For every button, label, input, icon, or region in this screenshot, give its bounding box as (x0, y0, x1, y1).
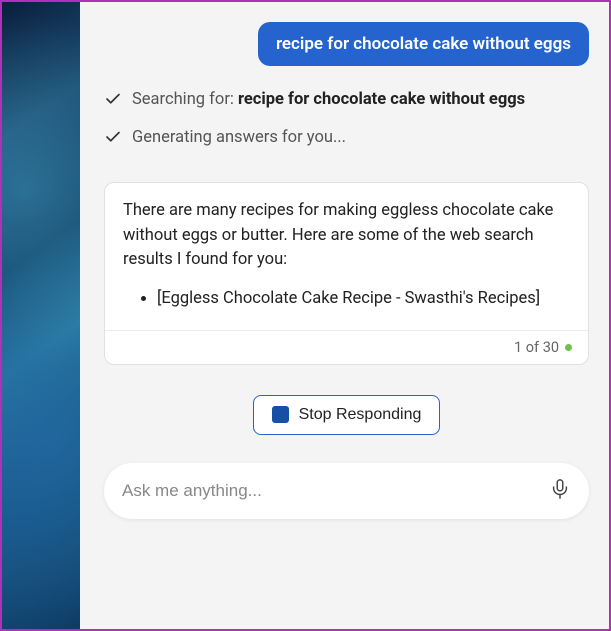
status-searching-text: Searching for: recipe for chocolate cake… (132, 88, 525, 112)
status-list: Searching for: recipe for chocolate cake… (104, 88, 589, 164)
answer-results-list: [Eggless Chocolate Cake Recipe - Swasthi… (123, 287, 570, 312)
chat-input[interactable] (122, 481, 549, 501)
check-icon (104, 128, 124, 154)
chat-panel: recipe for chocolate cake without eggs S… (80, 2, 609, 629)
stop-button-label: Stop Responding (299, 406, 422, 424)
answer-counter: 1 of 30 (514, 339, 559, 356)
answer-card: There are many recipes for making eggles… (104, 182, 589, 365)
app-container: recipe for chocolate cake without eggs S… (2, 2, 609, 629)
generating-text: Generating answers for you... (132, 126, 346, 150)
user-message-bubble: recipe for chocolate cake without eggs (258, 22, 589, 66)
answer-footer: 1 of 30 (105, 330, 588, 364)
streaming-indicator-dot (565, 344, 572, 351)
status-searching: Searching for: recipe for chocolate cake… (104, 88, 589, 116)
answer-intro: There are many recipes for making eggles… (123, 199, 570, 273)
answer-result-text: [Eggless Chocolate Cake Recipe - Swasthi… (157, 289, 540, 308)
decorative-wallpaper-strip (2, 2, 80, 629)
answer-result-item[interactable]: [Eggless Chocolate Cake Recipe - Swasthi… (157, 287, 570, 312)
searching-query: recipe for chocolate cake without eggs (238, 90, 525, 109)
status-generating: Generating answers for you... (104, 126, 589, 154)
user-message-text: recipe for chocolate cake without eggs (276, 34, 571, 54)
stop-responding-button[interactable]: Stop Responding (253, 395, 441, 435)
chat-input-bar[interactable] (104, 463, 589, 519)
searching-prefix: Searching for: (132, 90, 238, 109)
microphone-icon[interactable] (549, 478, 571, 504)
user-message-row: recipe for chocolate cake without eggs (104, 22, 589, 66)
check-icon (104, 90, 124, 116)
answer-body: There are many recipes for making eggles… (105, 183, 588, 330)
stop-row: Stop Responding (104, 395, 589, 435)
stop-icon (272, 406, 289, 423)
